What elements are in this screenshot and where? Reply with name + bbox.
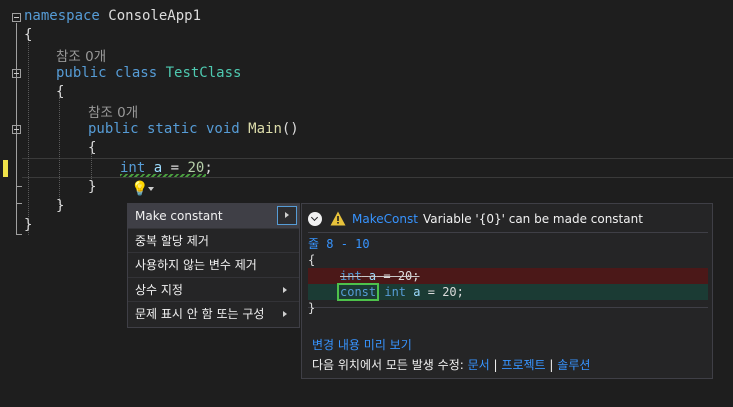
fix-all-project-link[interactable]: 프로젝트 bbox=[501, 358, 545, 372]
code-line-namespace: namespace ConsoleApp1 bbox=[24, 7, 201, 25]
variable: a bbox=[413, 285, 421, 299]
expand-icon[interactable] bbox=[308, 212, 322, 226]
code-line-brace: } bbox=[88, 179, 97, 195]
code-line-brace: { bbox=[24, 27, 33, 43]
chevron-right-icon bbox=[283, 286, 287, 293]
fold-end-class bbox=[16, 203, 22, 204]
identifier: ConsoleApp1 bbox=[99, 8, 202, 24]
lightbulb-icon: 💡 bbox=[131, 181, 149, 197]
fix-preview-panel: MakeConst Variable '{0}' can be made con… bbox=[301, 203, 713, 379]
warning-icon bbox=[330, 211, 346, 226]
indent-guide bbox=[28, 40, 29, 235]
code-line-class: public class TestClass bbox=[56, 64, 241, 82]
code-line-brace: { bbox=[56, 84, 65, 100]
quick-actions-menu: Make constant 중복 할당 제거 사용하지 않는 변수 제거 상수 … bbox=[127, 203, 300, 328]
indent-guide bbox=[59, 97, 60, 207]
diff-added-line: const int a = 20; bbox=[308, 283, 708, 301]
menu-item-remove-unused-variable[interactable]: 사용하지 않는 변수 제거 bbox=[128, 253, 299, 278]
preview-changes-link[interactable]: 변경 내용 미리 보기 bbox=[312, 336, 412, 353]
diff-context-line: } bbox=[308, 301, 316, 315]
separator: | bbox=[549, 358, 554, 372]
codelens-references[interactable]: 참조 0개 bbox=[56, 45, 106, 65]
quick-actions-button[interactable]: 💡 bbox=[129, 180, 157, 199]
diff-removed-line: int a = 20; bbox=[308, 268, 708, 284]
code-line-method: public static void Main() bbox=[88, 120, 299, 138]
menu-item-make-constant[interactable]: Make constant bbox=[128, 204, 299, 229]
preview-header: MakeConst Variable '{0}' can be made con… bbox=[308, 210, 708, 230]
diagnostic-message: Variable '{0}' can be made constant bbox=[423, 212, 643, 226]
chevron-right-icon bbox=[285, 212, 289, 218]
menu-item-label: 사용하지 않는 변수 제거 bbox=[135, 258, 257, 272]
menu-item-label: 중복 할당 제거 bbox=[135, 233, 209, 248]
keyword: public static void bbox=[88, 121, 240, 137]
collapse-namespace-icon[interactable] bbox=[12, 13, 21, 22]
menu-item-remove-redundant-assignment[interactable]: 중복 할당 제거 bbox=[128, 229, 299, 253]
diff-rest: = 20; bbox=[376, 269, 420, 283]
codelens-references[interactable]: 참조 0개 bbox=[88, 101, 138, 121]
class-name: TestClass bbox=[165, 65, 242, 81]
diff-rest: = 20; bbox=[420, 285, 464, 299]
keyword: int bbox=[340, 269, 362, 283]
fix-all-occurrences: 다음 위치에서 모든 발생 수정: 문서 | 프로젝트 | 솔루션 bbox=[312, 356, 590, 373]
collapse-class-icon[interactable] bbox=[12, 69, 21, 78]
rule-id-link[interactable]: MakeConst bbox=[352, 212, 418, 226]
menu-item-suppress-or-configure[interactable]: 문제 표시 안 함 또는 구성 bbox=[128, 302, 299, 327]
submenu-button[interactable] bbox=[277, 206, 297, 225]
added-keyword: const bbox=[336, 283, 380, 301]
diff-preview: 줄 8 - 10 { int a = 20; const int a = 20;… bbox=[308, 232, 708, 315]
chevron-right-icon bbox=[283, 311, 287, 317]
keyword: namespace bbox=[24, 8, 100, 24]
line-range: 줄 8 - 10 bbox=[308, 237, 370, 251]
parens: () bbox=[281, 121, 299, 137]
code-line-brace: { bbox=[88, 140, 97, 156]
fold-end-namespace bbox=[16, 234, 22, 235]
code-line-brace: } bbox=[56, 198, 65, 214]
change-marker bbox=[3, 160, 8, 177]
diff-context-line: { bbox=[308, 253, 316, 267]
menu-item-label: 상수 지정 bbox=[135, 282, 183, 297]
fix-all-document-link[interactable]: 문서 bbox=[468, 358, 490, 372]
method-name: Main bbox=[248, 121, 282, 137]
separator: | bbox=[493, 358, 498, 372]
collapse-method-icon[interactable] bbox=[12, 125, 21, 134]
menu-item-make-const[interactable]: 상수 지정 bbox=[128, 278, 299, 302]
code-line-brace: } bbox=[24, 217, 33, 233]
fix-all-solution-link[interactable]: 솔루션 bbox=[557, 358, 590, 372]
menu-item-label: Make constant bbox=[135, 209, 223, 223]
keyword: int bbox=[384, 285, 407, 299]
fix-all-label: 다음 위치에서 모든 발생 수정: bbox=[312, 358, 464, 372]
indent-guide bbox=[91, 153, 92, 181]
fold-line-method bbox=[16, 135, 17, 186]
diagnostic-squiggle bbox=[120, 174, 206, 177]
keyword: public class bbox=[56, 65, 158, 81]
menu-item-label: 문제 표시 안 함 또는 구성 bbox=[135, 307, 265, 321]
fold-end-method bbox=[16, 186, 22, 187]
chevron-down-icon bbox=[148, 187, 154, 191]
